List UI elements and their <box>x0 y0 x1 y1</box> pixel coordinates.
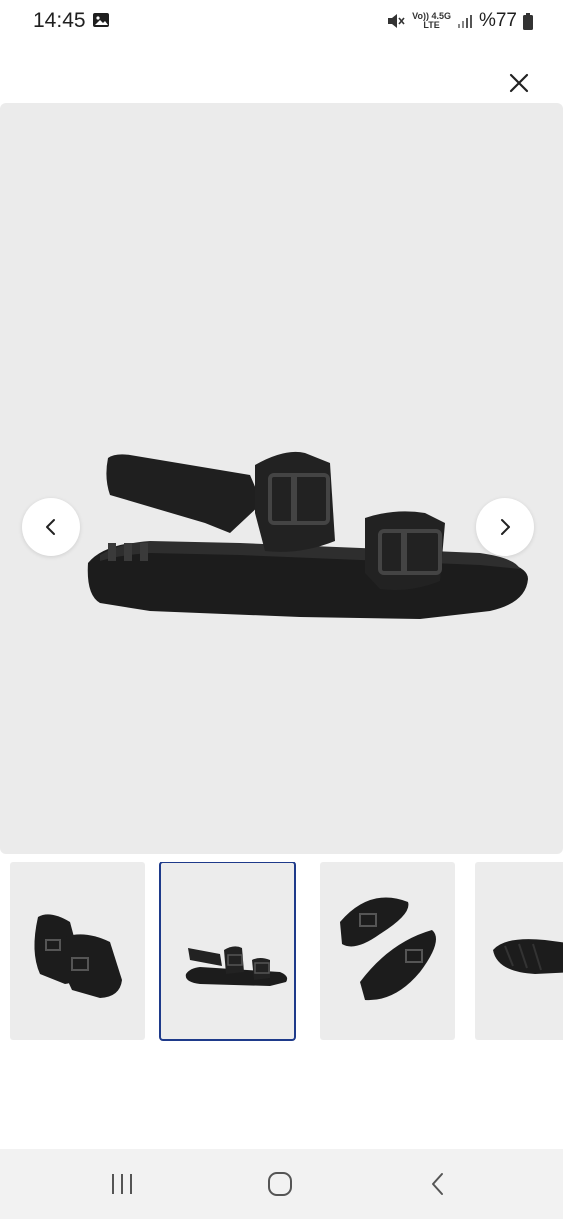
signal-icon <box>457 15 472 28</box>
chevron-right-icon <box>501 519 510 535</box>
gallery-notification-icon <box>93 13 109 27</box>
status-time: 14:45 <box>33 9 86 32</box>
sandal-side-thumbnail <box>185 946 288 986</box>
back-icon <box>432 1173 443 1195</box>
sandal-side-view-image <box>87 451 528 619</box>
sandal-pair-top-thumbnail <box>340 897 436 1001</box>
sandal-sole-thumbnail <box>493 939 563 974</box>
thumbnail-4[interactable] <box>475 862 563 1040</box>
thumbnail-3[interactable] <box>320 862 455 1040</box>
network-indicator: Vo)) 4.5G LTE <box>412 12 451 30</box>
close-button[interactable] <box>505 69 533 97</box>
status-right-group: Vo)) 4.5G LTE %77 <box>386 9 533 33</box>
chevron-left-icon <box>46 519 55 535</box>
mute-icon <box>388 14 405 28</box>
status-bar: 14:45 Vo)) 4.5G LTE %77 <box>0 0 563 44</box>
close-icon <box>509 73 529 93</box>
next-image-button[interactable] <box>476 498 534 556</box>
recent-apps-icon <box>112 1174 132 1194</box>
previous-image-button[interactable] <box>22 498 80 556</box>
home-button[interactable] <box>260 1167 300 1201</box>
network-bottom-label: LTE <box>423 20 440 30</box>
home-icon <box>268 1172 292 1196</box>
thumbnail-strip[interactable] <box>0 862 563 1042</box>
product-image-main[interactable] <box>0 103 563 854</box>
system-navigation-bar <box>0 1149 563 1219</box>
thumbnail-2[interactable] <box>159 862 296 1041</box>
thumbnail-1[interactable] <box>10 862 145 1040</box>
battery-percent: %77 <box>478 10 517 31</box>
back-button[interactable] <box>418 1167 458 1201</box>
sandal-pair-front-thumbnail <box>34 914 122 998</box>
battery-icon <box>523 12 533 30</box>
recent-apps-button[interactable] <box>102 1167 142 1201</box>
